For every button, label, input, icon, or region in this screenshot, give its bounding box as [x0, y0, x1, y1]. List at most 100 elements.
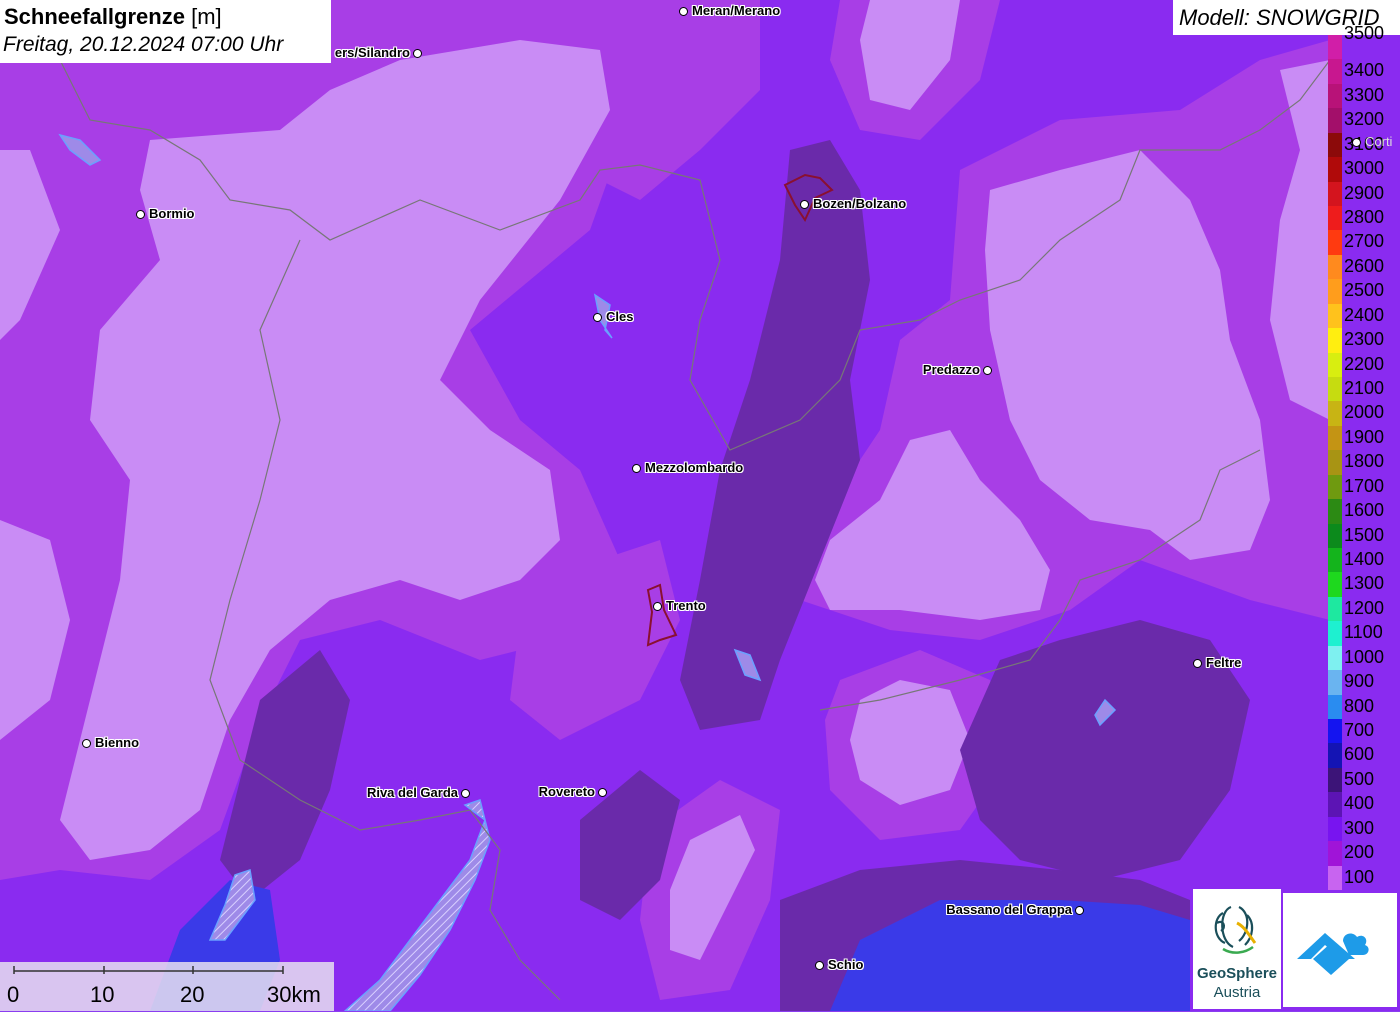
legend-item: 1400: [1328, 548, 1400, 573]
legend-item: 500: [1328, 767, 1400, 793]
legend-item: 3400: [1328, 59, 1400, 84]
legend-swatch: [1328, 83, 1342, 109]
legend-swatch: [1328, 499, 1342, 524]
legend-item: 3200: [1328, 108, 1400, 133]
legend-swatch: [1328, 621, 1342, 646]
legend-label: 1400: [1344, 549, 1385, 569]
color-legend: 3500 3400 3300 3200 3100 3000 2900 2800 2700 2600…: [1328, 23, 1400, 890]
legend-swatch: [1328, 157, 1342, 182]
legend-swatch: [1328, 328, 1342, 353]
legend-label: 1000: [1344, 646, 1385, 667]
legend-swatch: [1328, 670, 1342, 695]
legend-swatch: [1328, 719, 1342, 744]
geosphere-emblem-icon: [1214, 905, 1257, 954]
legend-label: 700: [1344, 720, 1375, 740]
legend-swatch: [1328, 352, 1342, 377]
legend-swatch: [1328, 181, 1342, 206]
city-marker: [800, 200, 809, 209]
legend-item: 1300: [1328, 572, 1400, 597]
city-label[interactable]: Corti: [1365, 134, 1392, 149]
legend-label: 800: [1344, 695, 1375, 716]
title-main: Schneefallgrenze: [4, 4, 185, 29]
city-label[interactable]: Meran/Merano: [692, 3, 780, 18]
city-marker: [983, 366, 992, 375]
legend-item: 1500: [1328, 523, 1400, 548]
legend-swatch: [1328, 816, 1342, 842]
legend-label: 2600: [1344, 255, 1385, 276]
city-label[interactable]: Bienno: [95, 735, 139, 750]
geosphere-logo: GeoSphere Austria: [1193, 889, 1281, 1009]
legend-item: 2100: [1328, 377, 1400, 402]
legend-swatch: [1328, 279, 1342, 304]
legend-swatch: [1328, 401, 1342, 426]
legend-swatch: [1328, 767, 1342, 793]
legend-item: 1100: [1328, 621, 1400, 646]
scale-label-30km: 30km: [267, 982, 321, 1007]
legend-item: 3000: [1328, 157, 1400, 182]
scale-bar: 0 10 20 30km: [0, 962, 334, 1011]
legend-item: 1700: [1328, 474, 1400, 500]
legend-label: 3300: [1344, 84, 1385, 105]
city-label[interactable]: Predazzo: [923, 362, 980, 377]
legend-swatch: [1328, 694, 1342, 719]
city-label[interactable]: Bozen/Bolzano: [813, 196, 906, 211]
legend-item: 2300: [1328, 328, 1400, 353]
legend-swatch: [1328, 450, 1342, 475]
city-marker: [82, 739, 91, 748]
legend-label: 600: [1344, 744, 1375, 765]
legend-item: 600: [1328, 743, 1400, 768]
city-marker: [815, 961, 824, 970]
legend-label: 1900: [1344, 426, 1385, 447]
legend-item: 2800: [1328, 206, 1400, 231]
city-label[interactable]: Bassano del Grappa: [946, 902, 1072, 917]
city-marker: [136, 210, 145, 219]
legend-label: 2800: [1344, 207, 1385, 227]
legend-label: 200: [1344, 842, 1375, 863]
legend-label: 1300: [1344, 573, 1385, 594]
legend-item: 700: [1328, 719, 1400, 744]
city-label[interactable]: ers/Silandro: [335, 45, 410, 60]
city-label[interactable]: Rovereto: [539, 784, 595, 799]
city-marker: [1193, 659, 1202, 668]
legend-label: 1700: [1344, 475, 1385, 496]
scale-label-10: 10: [90, 982, 115, 1007]
city-label[interactable]: Trento: [666, 598, 706, 613]
legend-item: 800: [1328, 694, 1400, 719]
legend-swatch: [1328, 596, 1342, 622]
geosphere-name: GeoSphere: [1196, 965, 1278, 982]
legend-swatch: [1328, 132, 1342, 158]
city-label[interactable]: Cles: [606, 309, 633, 324]
legend-label: 1200: [1344, 597, 1385, 618]
legend-item: 1200: [1328, 596, 1400, 622]
legend-swatch: [1328, 645, 1342, 671]
legend-swatch: [1328, 254, 1342, 280]
city-label[interactable]: Bormio: [149, 206, 195, 221]
legend-label: 3200: [1344, 109, 1385, 130]
legend-item: 1800: [1328, 450, 1400, 475]
legend-label: 3000: [1344, 158, 1385, 179]
city-label[interactable]: Feltre: [1206, 655, 1241, 670]
weather-app-logo: [1283, 893, 1397, 1007]
legend-swatch: [1328, 743, 1342, 768]
legend-item: 2900: [1328, 181, 1400, 206]
legend-label: 2400: [1344, 304, 1385, 325]
city-marker: [593, 313, 602, 322]
scale-label-0: 0: [7, 982, 20, 1007]
legend-swatch: [1328, 59, 1342, 84]
legend-swatch: [1328, 572, 1342, 597]
legend-label: 2000: [1344, 402, 1385, 423]
legend-label: 900: [1344, 671, 1375, 692]
city-label[interactable]: Schio: [828, 957, 863, 972]
legend-item: 2200: [1328, 352, 1400, 377]
legend-label: 2100: [1344, 378, 1385, 398]
legend-item: 3500: [1328, 23, 1400, 60]
city-marker: [598, 788, 607, 797]
legend-label: 3500: [1344, 23, 1385, 43]
legend-item: 900: [1328, 670, 1400, 695]
geosphere-country: Austria: [1213, 984, 1261, 1001]
legend-swatch: [1328, 206, 1342, 231]
city-label[interactable]: Riva del Garda: [367, 785, 458, 800]
snowfall-map[interactable]: [0, 0, 1400, 1011]
legend-label: 100: [1344, 866, 1375, 887]
city-label[interactable]: Mezzolombardo: [645, 460, 743, 475]
